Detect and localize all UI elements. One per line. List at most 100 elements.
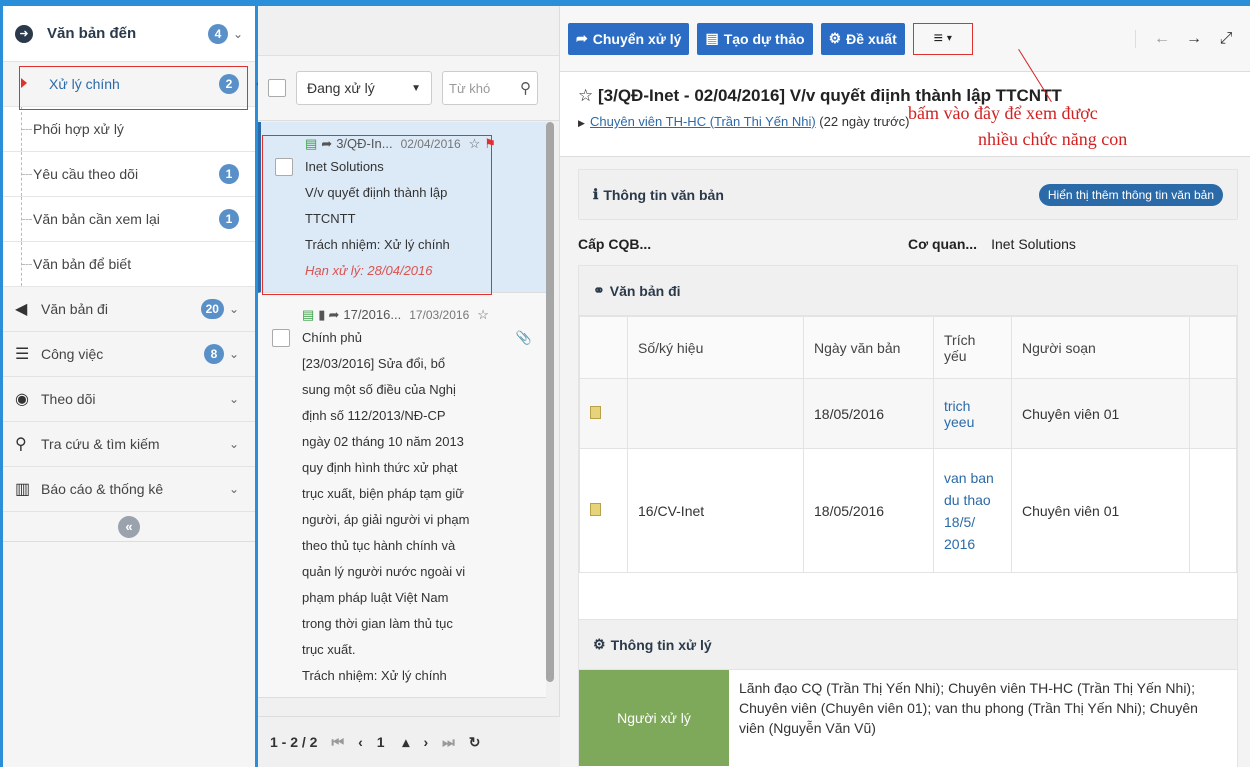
list-item[interactable]: ▤ ▮ ➦ 17/2016... 17/03/2016 ☆ Chính phủ …: [258, 293, 546, 698]
item-deadline: Hạn xử lý: 28/04/2016: [305, 263, 433, 278]
chevron-down-icon: ⌄: [228, 437, 239, 451]
sidebar-item-coordination[interactable]: Phối hợp xử lý: [3, 107, 255, 152]
sidebar-item-label: Xử lý chính: [49, 76, 120, 92]
chevron-down-icon: ⌄: [232, 26, 243, 41]
item-line: định số 112/2013/NĐ-CP: [302, 408, 446, 423]
hamburger-icon: ≡: [933, 29, 943, 47]
detail-body: ℹ Thông tin văn bản Hiển thị thêm thông …: [560, 156, 1250, 767]
incoming-count-badge: 4: [207, 23, 228, 44]
expand-icon[interactable]: ⤢: [1210, 30, 1242, 48]
caret-down-icon: ▼: [411, 82, 421, 94]
info-field-2-value: Inet Solutions: [991, 236, 1076, 252]
info-panel-title: Thông tin văn bản: [603, 186, 724, 203]
tree-line: [21, 197, 35, 241]
flag-icon[interactable]: ⚑: [484, 134, 496, 154]
table-cell: [579, 378, 628, 449]
caret-right-icon: ▶: [578, 118, 585, 128]
page-number-select[interactable]: 1 ▴: [377, 734, 410, 751]
list-item[interactable]: ▤ ➦ 3/QĐ-In... 02/04/2016 ☆ ⚑ Inet Solut…: [258, 122, 546, 293]
extra-col-header: [1189, 316, 1237, 379]
sidebar-incoming-header[interactable]: ➜ Văn bản đến 4 ⌄: [3, 6, 255, 62]
arrow-circle-right-icon: ➜: [15, 24, 33, 43]
propose-label: Đề xuất: [846, 30, 897, 47]
server-icon: ☰: [15, 346, 30, 363]
table-cell: [1189, 448, 1237, 573]
table-cell: 18/05/2016: [803, 448, 934, 573]
info-panel-header: ℹ Thông tin văn bản Hiển thị thêm thông …: [579, 170, 1237, 220]
sidebar-item-for-info[interactable]: Văn bản để biết: [3, 242, 255, 287]
next-page-icon[interactable]: ›: [423, 734, 428, 750]
table-cell: 16/CV-Inet: [627, 448, 804, 573]
sidebar-section-outgoing[interactable]: ◀ Văn bản đi 20 ⌄: [3, 287, 255, 332]
prev-document-icon[interactable]: ←: [1146, 30, 1178, 48]
star-icon[interactable]: ☆: [477, 305, 489, 325]
more-actions-menu-button[interactable]: ≡ ▾: [912, 22, 973, 55]
sidebar-item-follow-request[interactable]: Yêu cầu theo dõi 1: [3, 152, 255, 197]
tree-line: [21, 152, 35, 196]
status-filter-select[interactable]: Đang xử lý ▼: [296, 71, 432, 105]
tree-line: [21, 107, 35, 151]
info-circle-icon: ℹ: [593, 186, 599, 202]
next-document-icon[interactable]: →: [1178, 30, 1210, 48]
refresh-icon[interactable]: ↻: [469, 734, 481, 751]
collapse-sidebar-icon[interactable]: «: [118, 515, 140, 538]
document-icon: ▤: [305, 136, 318, 151]
col-header: Trích yếu: [933, 316, 1012, 379]
outgoing-panel-title: Văn bản đi: [609, 282, 681, 299]
search-icon[interactable]: ⚲: [520, 79, 531, 97]
info-fields: Cấp CQB... Cơ quan... Inet Solutions: [578, 229, 1238, 259]
sidebar-section-search[interactable]: ⚲ Tra cứu & tìm kiếm ⌄: [3, 422, 255, 467]
prev-page-icon[interactable]: ‹: [358, 734, 363, 750]
summary-link[interactable]: van ban du thao 18/5/ 2016: [933, 448, 1012, 573]
sidebar-section-tasks[interactable]: ☰ Công việc 8 ⌄: [3, 332, 255, 377]
show-more-info-button[interactable]: Hiển thị thêm thông tin văn bản: [1038, 183, 1223, 206]
search-placeholder: Từ khó: [449, 80, 491, 96]
create-draft-button[interactable]: ▤ Tạo dự thảo: [697, 22, 813, 55]
sidebar-item-label: Phối hợp xử lý: [33, 121, 124, 137]
col-header: Ngày văn bản: [803, 316, 934, 379]
table-row[interactable]: 18/05/2016 trich yeeu Chuyên viên 01: [579, 378, 1237, 449]
item-line: quản lý người nước ngoài vi: [302, 564, 466, 579]
nav-buttons: ← → ⤢: [1135, 29, 1242, 48]
star-icon[interactable]: ☆: [469, 134, 481, 154]
status-filter-value: Đang xử lý: [307, 80, 375, 96]
first-page-icon[interactable]: ⏮: [331, 734, 344, 751]
document-icon: [590, 502, 601, 516]
item-responsibility: Trách nhiệm: Xử lý chính: [302, 668, 447, 683]
list-filter-bar: Đang xử lý ▼ Từ khó ⚲: [258, 56, 559, 121]
assignee-link[interactable]: Chuyên viên TH-HC (Trần Thi Yến Nhi): [590, 114, 816, 129]
sidebar-item-main-processing[interactable]: Xử lý chính 2: [3, 62, 266, 107]
sidebar-section-monitor[interactable]: ◉ Theo dõi ⌄: [3, 377, 255, 422]
sidebar-item-review[interactable]: Văn bản cần xem lại 1: [3, 197, 255, 242]
keyword-search-input[interactable]: Từ khó ⚲: [442, 71, 538, 105]
item-org-row: Chính phủ 📎: [302, 325, 532, 351]
item-checkbox[interactable]: [272, 329, 290, 347]
summary-link[interactable]: trich yeeu: [933, 378, 1012, 449]
propose-button[interactable]: ⚙ Đề xuất: [820, 22, 905, 55]
last-page-icon[interactable]: ⏭: [442, 734, 455, 751]
list-scrollbar[interactable]: [546, 122, 554, 682]
forward-icon: ➦: [328, 307, 340, 322]
bar-chart-icon: ▥: [15, 481, 31, 498]
select-all-checkbox[interactable]: [268, 79, 286, 97]
tree-line: [21, 242, 35, 286]
item-code: 3/QĐ-In...: [336, 136, 393, 151]
table-cell: 18/05/2016: [803, 378, 934, 449]
outgoing-table: Số/ký hiệu Ngày văn bản Trích yếu Người …: [579, 316, 1237, 573]
sidebar-item-label: Văn bản để biết: [33, 256, 132, 272]
page-number: 1: [376, 733, 385, 750]
forward-process-button[interactable]: ➦ Chuyển xử lý: [568, 22, 690, 55]
item-line: quy định hình thức xử phạt: [302, 460, 458, 475]
table-row[interactable]: 16/CV-Inet 18/05/2016 van ban du thao 18…: [579, 448, 1237, 573]
sidebar-section-reports[interactable]: ▥ Báo cáo & thống kê ⌄: [3, 467, 255, 512]
document-title-row: ☆ [3/QĐ-Inet - 02/04/2016] V/v quyết điị…: [560, 72, 1250, 110]
item-line: trục xuất, biện pháp tạm giữ: [302, 486, 464, 501]
paperclip-icon: 📎: [515, 330, 532, 345]
table-header-row: Số/ký hiệu Ngày văn bản Trích yếu Người …: [579, 316, 1237, 379]
document-detail-pane: ➦ Chuyển xử lý ▤ Tạo dự thảo ⚙ Đề xuất ≡…: [560, 6, 1250, 767]
col-header: Người soạn: [1011, 316, 1190, 379]
star-icon[interactable]: ☆: [578, 86, 593, 105]
item-checkbox[interactable]: [275, 158, 293, 176]
forward-icon: ➦: [321, 136, 333, 151]
outgoing-panel: ⚭ Văn bản đi Số/ký hiệu Ngày văn bản Trí…: [578, 265, 1238, 625]
